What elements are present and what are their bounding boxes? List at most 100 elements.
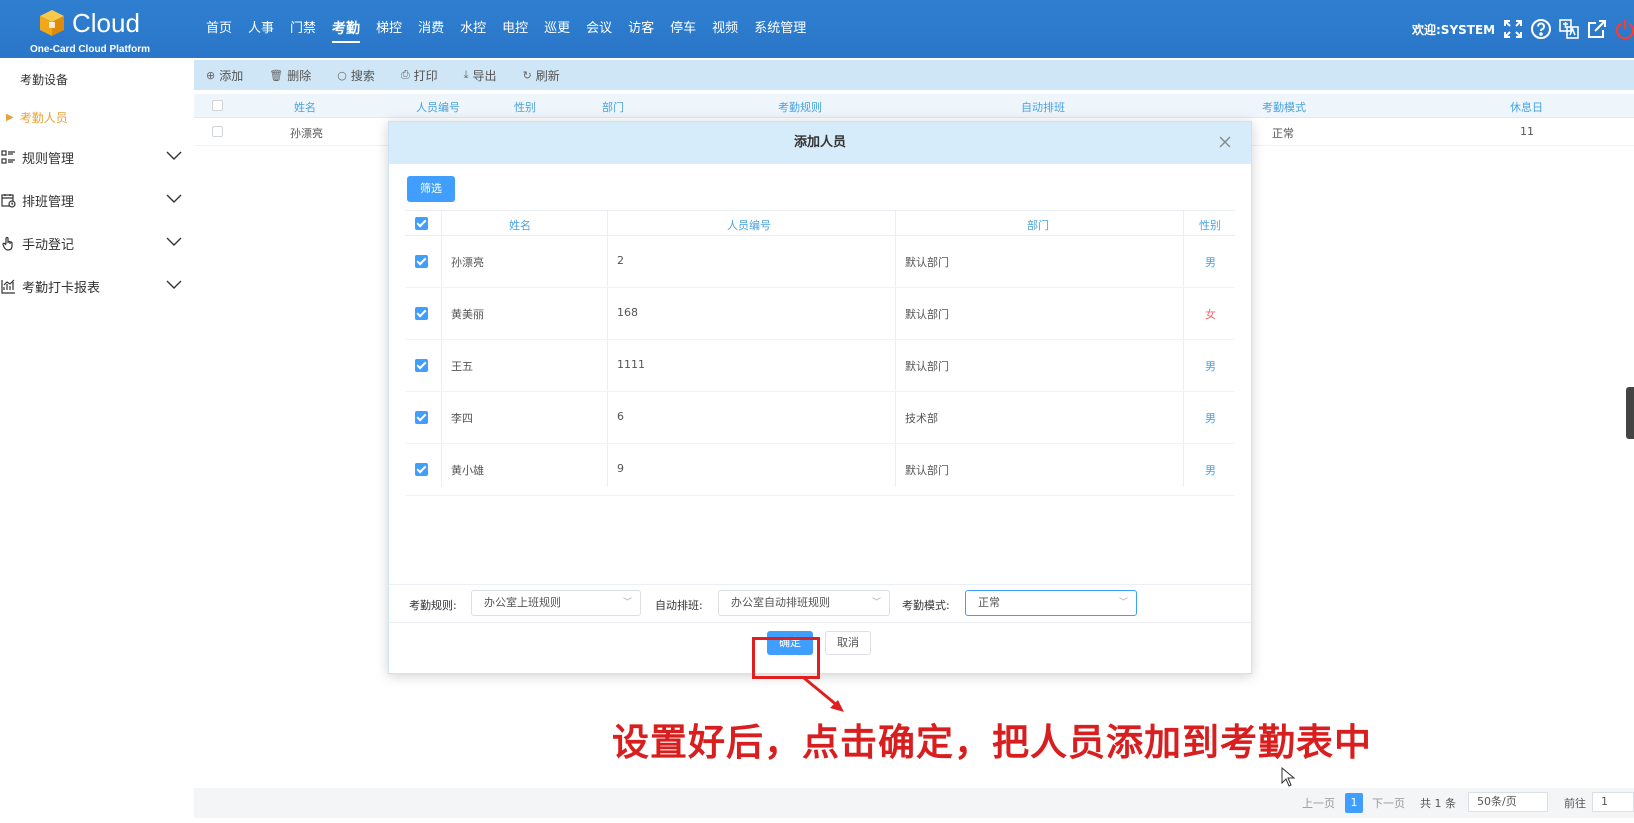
table-row[interactable]: 王五 1111 默认部门 男 xyxy=(405,340,1235,392)
fullscreen-icon[interactable] xyxy=(1502,18,1524,40)
nav-home[interactable]: 首页 xyxy=(198,0,240,58)
sidebar-item-label: 手动登记 xyxy=(22,237,75,253)
print-button[interactable]: ⎙ 打印 xyxy=(401,67,438,84)
mode-select[interactable]: 正常 ﹀ xyxy=(965,590,1137,616)
select-all-checkbox[interactable] xyxy=(415,217,428,230)
cell-gender: 女 xyxy=(1205,308,1216,321)
search-label: 搜索 xyxy=(350,68,375,83)
filter-button[interactable]: 筛选 xyxy=(407,176,455,202)
cell-dept: 默认部门 xyxy=(905,256,949,269)
add-label: 添加 xyxy=(219,68,244,83)
prev-page-button[interactable]: 上一页 xyxy=(1302,795,1335,811)
translate-icon[interactable] xyxy=(1558,18,1580,40)
cell-gender: 男 xyxy=(1205,412,1216,425)
search-button[interactable]: ○ 搜索 xyxy=(337,67,375,84)
rule-select[interactable]: 办公室上班规则 ﹀ xyxy=(471,590,641,616)
sidebar-item-label: 排班管理 xyxy=(22,194,75,210)
chevron-down-icon xyxy=(166,193,182,208)
export-button[interactable]: ⤓ 导出 xyxy=(464,67,497,84)
cancel-button[interactable]: 取消 xyxy=(825,631,871,655)
nav-attendance[interactable]: 考勤 xyxy=(324,0,368,58)
trash-icon: 🗑 xyxy=(269,68,284,82)
app-logo[interactable]: Cloud One-Card Cloud Platform xyxy=(26,4,156,56)
col-gender: 性别 xyxy=(514,101,536,114)
nav-visitor[interactable]: 访客 xyxy=(620,0,662,58)
cell-gender: 男 xyxy=(1205,256,1216,269)
nav-parking[interactable]: 停车 xyxy=(662,0,704,58)
nav-personnel[interactable]: 人事 xyxy=(240,0,282,58)
select-all-checkbox[interactable] xyxy=(212,100,223,111)
table-row[interactable]: 黄美丽 168 默认部门 女 xyxy=(405,288,1235,340)
sidebar-item-devices[interactable]: 考勤设备 xyxy=(0,64,194,94)
refresh-button[interactable]: ↻ 刷新 xyxy=(523,67,560,84)
auto-schedule-select[interactable]: 办公室自动排班规则 ﹀ xyxy=(718,590,890,616)
page-size-select[interactable]: 50条/页 xyxy=(1468,792,1548,812)
chevron-down-icon xyxy=(166,236,182,251)
row-checkbox[interactable] xyxy=(415,359,428,372)
table-row[interactable]: 孙漂亮 2 默认部门 男 xyxy=(405,236,1235,288)
nav-consumption[interactable]: 消费 xyxy=(410,0,452,58)
sidebar-item-rules[interactable]: 规则管理 xyxy=(0,142,194,172)
logo-text: Cloud xyxy=(72,8,140,38)
external-link-icon[interactable] xyxy=(1586,18,1608,40)
col-rest-day: 休息日 xyxy=(1510,101,1543,114)
nav-patrol[interactable]: 巡更 xyxy=(536,0,578,58)
person-table-header: 姓名 人员编号 部门 性别 xyxy=(405,210,1235,487)
nav-access[interactable]: 门禁 xyxy=(282,0,324,58)
goto-page-input[interactable]: 1 xyxy=(1592,792,1634,812)
nav-elevator[interactable]: 梯控 xyxy=(368,0,410,58)
highlight-box xyxy=(752,637,820,679)
top-header: Cloud One-Card Cloud Platform 首页 人事 门禁 考… xyxy=(0,0,1634,58)
rule-label: 考勤规则: xyxy=(409,599,457,612)
sidebar-item-attendance-staff[interactable]: ▶ 考勤人员 xyxy=(0,102,194,132)
sidebar-item-schedule[interactable]: 排班管理 xyxy=(0,185,194,215)
chevron-down-icon: ﹀ xyxy=(622,598,632,608)
row-checkbox[interactable] xyxy=(415,307,428,320)
grid-header: 姓名 人员编号 性别 部门 考勤规则 自动排班 考勤模式 休息日 xyxy=(194,94,1634,118)
row-checkbox[interactable] xyxy=(415,411,428,424)
nav-water[interactable]: 水控 xyxy=(452,0,494,58)
help-icon[interactable] xyxy=(1530,18,1552,40)
delete-button[interactable]: 🗑 删除 xyxy=(269,67,311,84)
sidebar-item-manual-register[interactable]: 手动登记 xyxy=(0,228,194,258)
chevron-down-icon xyxy=(166,150,182,165)
nav-meeting[interactable]: 会议 xyxy=(578,0,620,58)
power-icon[interactable] xyxy=(1614,18,1634,40)
col-name: 姓名 xyxy=(294,101,316,114)
close-icon[interactable] xyxy=(1217,134,1233,150)
cell-dept: 默认部门 xyxy=(905,360,949,373)
print-label: 打印 xyxy=(413,68,438,83)
sidebar-item-report[interactable]: 考勤打卡报表 xyxy=(0,271,194,301)
search-icon: ○ xyxy=(337,68,347,82)
goto-label: 前往 xyxy=(1564,797,1586,810)
dialog-title: 添加人员 xyxy=(389,122,1251,164)
printer-icon: ⎙ xyxy=(400,68,410,81)
side-scroll-handle[interactable] xyxy=(1626,387,1634,439)
sidebar-item-label: 规则管理 xyxy=(22,151,75,167)
current-page[interactable]: 1 xyxy=(1345,793,1363,813)
cell-rest-day: 11 xyxy=(1520,125,1534,138)
nav-video[interactable]: 视频 xyxy=(704,0,746,58)
chevron-down-icon: ﹀ xyxy=(871,598,881,608)
table-row[interactable]: 黄小雄 9 默认部门 男 xyxy=(405,444,1235,496)
add-button[interactable]: ⊕ 添加 xyxy=(206,67,243,84)
next-page-button[interactable]: 下一页 xyxy=(1372,795,1405,811)
delete-label: 删除 xyxy=(287,68,312,83)
row-checkbox[interactable] xyxy=(415,255,428,268)
row-checkbox[interactable] xyxy=(212,126,223,137)
col-rule: 考勤规则 xyxy=(778,101,822,114)
cell-name: 李四 xyxy=(451,412,473,425)
nav-system[interactable]: 系统管理 xyxy=(746,0,814,58)
col-dept: 部门 xyxy=(1027,219,1049,232)
row-checkbox[interactable] xyxy=(415,463,428,476)
dialog-settings-row: 考勤规则: 办公室上班规则 ﹀ 自动排班: 办公室自动排班规则 ﹀ 考勤模式: … xyxy=(389,584,1251,620)
cell-gender: 男 xyxy=(1205,464,1216,477)
table-row[interactable]: 李四 6 技术部 男 xyxy=(405,392,1235,444)
col-dept: 部门 xyxy=(602,101,624,114)
download-icon: ⤓ xyxy=(463,68,469,81)
col-auto-schedule: 自动排班 xyxy=(1021,101,1065,114)
nav-electric[interactable]: 电控 xyxy=(494,0,536,58)
caret-right-icon: ▶ xyxy=(6,111,14,123)
auto-schedule-label: 自动排班: xyxy=(655,599,703,612)
cell-gender: 男 xyxy=(1205,360,1216,373)
